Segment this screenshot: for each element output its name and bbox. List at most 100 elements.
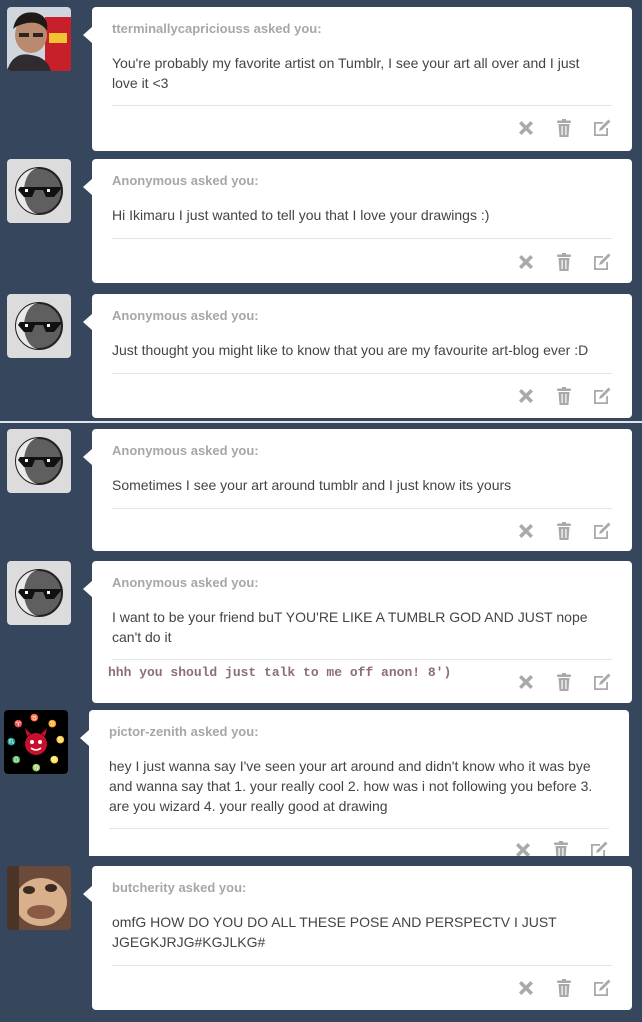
action-bar: [516, 117, 612, 139]
trash-button[interactable]: [554, 978, 574, 998]
edit-icon: [594, 119, 611, 136]
svg-text:♎: ♎: [12, 755, 21, 764]
avatar[interactable]: [7, 866, 71, 930]
delete-button[interactable]: [513, 840, 533, 856]
asker-name[interactable]: Anonymous asked you:: [112, 575, 259, 590]
question-text: Sometimes I see your art around tumblr a…: [112, 477, 512, 493]
close-icon: [519, 255, 533, 269]
trash-icon: [554, 841, 568, 856]
trash-button[interactable]: [554, 386, 574, 406]
divider: [112, 659, 612, 660]
ask-card: Anonymous asked you: Just thought you mi…: [83, 294, 632, 418]
svg-text:♍: ♍: [32, 763, 41, 772]
edit-icon: [594, 253, 611, 270]
edit-button[interactable]: [592, 386, 612, 406]
edit-button[interactable]: [592, 521, 612, 541]
delete-button[interactable]: [516, 118, 536, 138]
ask-card: butcherity asked you: omfG HOW DO YOU DO…: [83, 866, 632, 1010]
delete-button[interactable]: [516, 386, 536, 406]
action-bar: [516, 977, 612, 999]
action-bar: [513, 840, 609, 856]
avatar[interactable]: ♈ ♉ ♊ ♋ ♌ ♍ ♎ ♏: [4, 710, 68, 774]
edit-button[interactable]: [592, 252, 612, 272]
anonymous-sunglasses-icon: [7, 159, 71, 223]
edit-icon: [591, 841, 608, 856]
photo-avatar-icon: [7, 866, 71, 930]
photo-avatar-icon: [7, 7, 71, 71]
divider: [112, 373, 612, 374]
asker-name[interactable]: Anonymous asked you:: [112, 443, 259, 458]
trash-button[interactable]: [554, 118, 574, 138]
close-icon: [519, 981, 533, 995]
question-text: omfG HOW DO YOU DO ALL THESE POSE AND PE…: [112, 914, 557, 950]
trash-button[interactable]: [554, 521, 574, 541]
edit-icon: [594, 387, 611, 404]
divider: [112, 238, 612, 239]
avatar[interactable]: [7, 561, 71, 625]
asker-name[interactable]: pictor-zenith asked you:: [109, 724, 259, 739]
avatar[interactable]: [7, 7, 71, 71]
svg-text:♏: ♏: [7, 737, 16, 746]
trash-icon: [557, 522, 571, 540]
edit-button[interactable]: [592, 118, 612, 138]
edit-button[interactable]: [592, 672, 612, 692]
close-icon: [516, 843, 530, 856]
trash-button[interactable]: [554, 252, 574, 272]
edit-icon: [594, 522, 611, 539]
trash-button[interactable]: [554, 672, 574, 692]
asker-name[interactable]: tterminallycapriciouss asked you:: [112, 21, 322, 36]
delete-button[interactable]: [516, 672, 536, 692]
action-bar: [516, 671, 612, 693]
trash-button[interactable]: [551, 840, 571, 856]
svg-text:♌: ♌: [50, 755, 59, 764]
avatar[interactable]: [7, 159, 71, 223]
asker-name[interactable]: Anonymous asked you:: [112, 173, 259, 188]
delete-button[interactable]: [516, 978, 536, 998]
trash-icon: [557, 253, 571, 271]
ask-card: Anonymous asked you: I want to be your f…: [83, 561, 632, 703]
close-icon: [519, 121, 533, 135]
close-icon: [519, 675, 533, 689]
question-text: You're probably my favorite artist on Tu…: [112, 55, 580, 91]
asker-name[interactable]: Anonymous asked you:: [112, 308, 259, 323]
edit-button[interactable]: [592, 978, 612, 998]
ask-card: tterminallycapriciouss asked you: You're…: [83, 7, 632, 151]
divider: [112, 105, 612, 106]
asker-name[interactable]: butcherity asked you:: [112, 880, 246, 895]
action-bar: [516, 520, 612, 542]
trash-icon: [557, 979, 571, 997]
ask-card: Anonymous asked you: Hi Ikimaru I just w…: [83, 159, 632, 283]
anonymous-sunglasses-icon: [7, 294, 71, 358]
divider: [112, 508, 612, 509]
question-text: Just thought you might like to know that…: [112, 342, 589, 358]
divider: [109, 828, 609, 829]
svg-text:♋: ♋: [56, 735, 65, 744]
anonymous-sunglasses-icon: [7, 561, 71, 625]
divider: [112, 965, 612, 966]
question-text: hey I just wanna say I've seen your art …: [109, 758, 593, 814]
screenshot-seam: [0, 421, 642, 423]
svg-text:♈: ♈: [14, 719, 23, 728]
trash-icon: [557, 673, 571, 691]
close-icon: [519, 524, 533, 538]
question-text: Hi Ikimaru I just wanted to tell you tha…: [112, 207, 490, 223]
edit-button[interactable]: [589, 840, 609, 856]
delete-button[interactable]: [516, 521, 536, 541]
answer-preview: hhh you should just talk to me off anon!…: [108, 665, 452, 680]
edit-icon: [594, 979, 611, 996]
ask-card: pictor-zenith asked you: hey I just wann…: [80, 710, 629, 856]
delete-button[interactable]: [516, 252, 536, 272]
svg-text:♉: ♉: [30, 713, 39, 722]
trash-icon: [557, 387, 571, 405]
zodiac-avatar-icon: ♈ ♉ ♊ ♋ ♌ ♍ ♎ ♏: [4, 710, 68, 774]
svg-text:♊: ♊: [48, 719, 57, 728]
avatar[interactable]: [7, 429, 71, 493]
close-icon: [519, 389, 533, 403]
question-text: I want to be your friend buT YOU'RE LIKE…: [112, 609, 588, 645]
action-bar: [516, 251, 612, 273]
ask-card: Anonymous asked you: Sometimes I see you…: [83, 429, 632, 551]
avatar[interactable]: [7, 294, 71, 358]
trash-icon: [557, 119, 571, 137]
edit-icon: [594, 673, 611, 690]
action-bar: [516, 385, 612, 407]
